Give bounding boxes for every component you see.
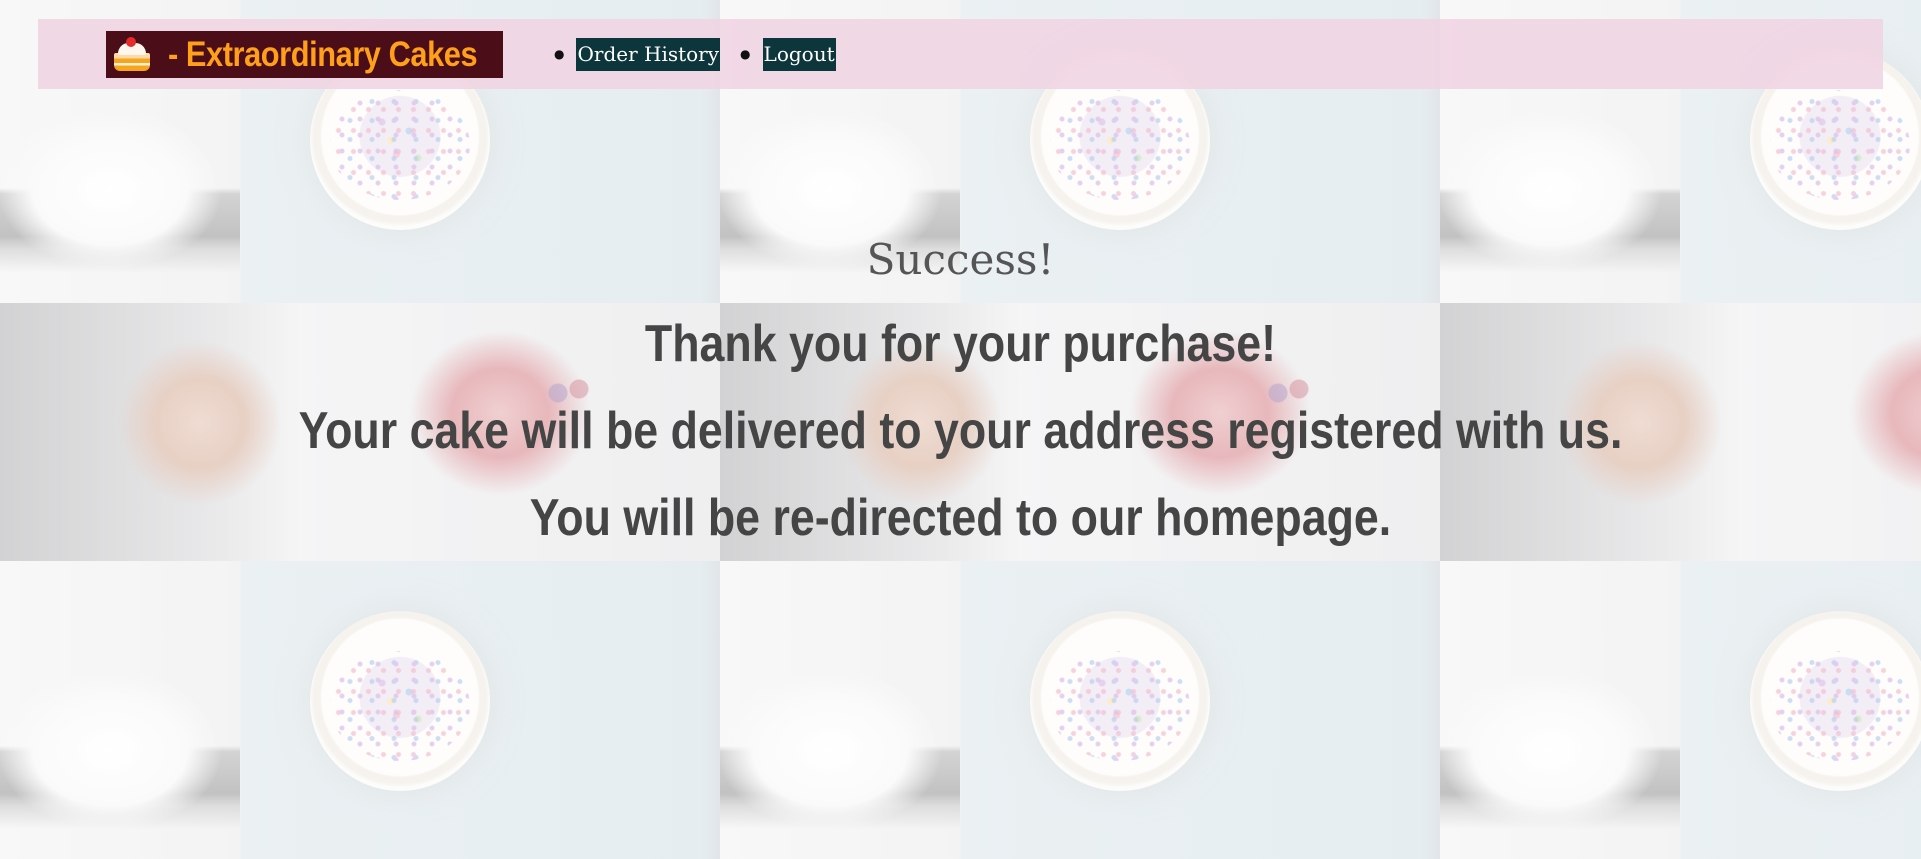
- bullet-icon: ●: [554, 47, 565, 61]
- logout-link[interactable]: Logout: [762, 37, 836, 71]
- order-history-link[interactable]: Order History: [576, 37, 721, 71]
- home-logo-link[interactable]: - Extraordinary Cakes: [106, 31, 503, 78]
- nav-list: ● Order History ● Logout: [554, 19, 856, 89]
- nav-item-logout: ● Logout: [740, 37, 836, 71]
- delivery-message: Your cake will be delivered to your addr…: [298, 402, 1623, 460]
- cake-slice-icon: [110, 35, 154, 75]
- redirect-message: You will be re-directed to our homepage.: [529, 489, 1392, 547]
- nav-item-order-history: ● Order History: [554, 37, 721, 71]
- navbar: - Extraordinary Cakes ● Order History ● …: [38, 19, 1883, 89]
- bullet-icon: ●: [740, 47, 751, 61]
- page-title: Success!: [866, 235, 1055, 284]
- logo-text: - Extraordinary Cakes: [168, 34, 478, 74]
- thank-you-message: Thank you for your purchase!: [644, 315, 1277, 373]
